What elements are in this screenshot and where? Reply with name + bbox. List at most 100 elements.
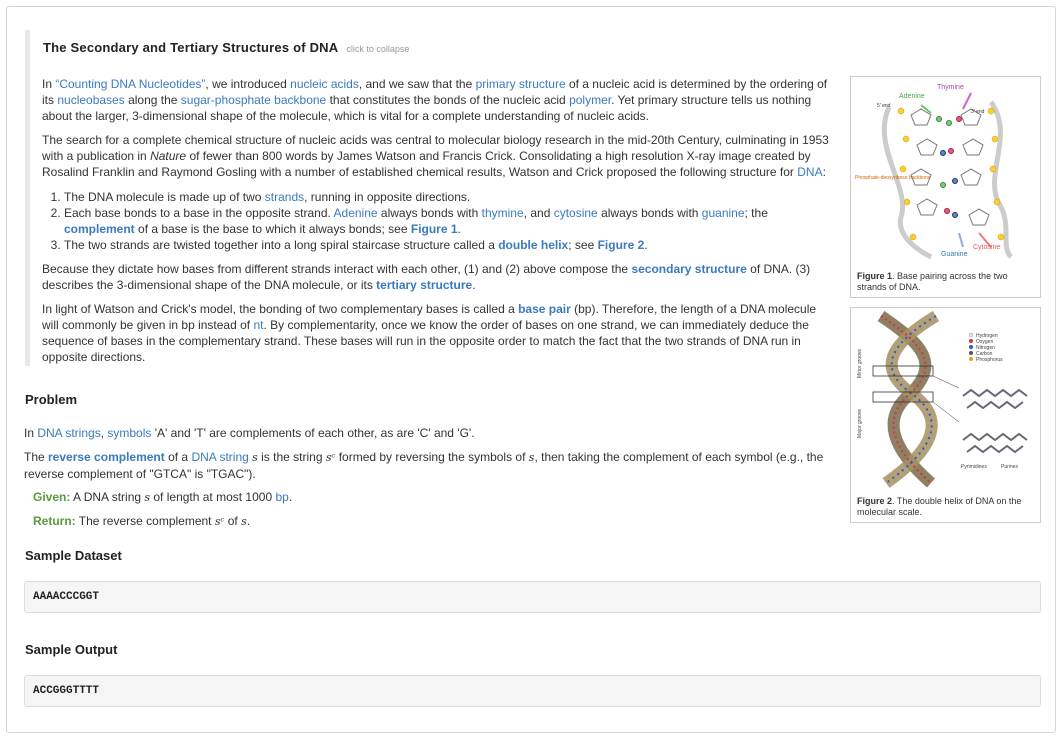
link-base-pair[interactable]: base pair [518,302,571,316]
text: : [822,165,826,179]
text: . [288,490,293,504]
sample-output-box[interactable]: ACCGGGTTTT [24,675,1041,707]
link-guanine[interactable]: guanine [702,206,745,220]
link-dna[interactable]: DNA [797,165,822,179]
base-pair-molecule-1 [962,388,1028,410]
thymine-label: Thymine [937,84,964,91]
text: The [24,450,49,464]
link-secondary-structure[interactable]: secondary structure [631,262,746,276]
text: of [224,514,242,528]
text: ; the [744,206,768,220]
link-bp[interactable]: bp [275,490,288,504]
text: . [472,278,476,292]
list-item: Each base bonds to a base in the opposit… [64,205,834,237]
link-nucleic-acids[interactable]: nucleic acids [290,77,359,91]
history-paragraph: The search for a complete chemical struc… [42,132,834,180]
text: , and [523,206,554,220]
math-sc: sᶜ [325,451,336,464]
major-groove-label: Major groove [857,409,863,438]
intro-paragraph: In “Counting DNA Nucleotides”, we introd… [42,76,834,124]
text: always bonds with [597,206,702,220]
legend-swatch [969,339,973,343]
double-helix-diagram: Minor groove Major groove Hydrogen Oxyge… [857,310,1028,488]
text: Because they dictate how bases from diff… [42,262,632,276]
text: of a base is the base to which it always… [134,222,411,236]
problem-paragraph-2: The reverse complement of a DNA string s… [24,449,824,482]
link-dna-string[interactable]: DNA string [191,450,248,464]
text: , and we saw that the [358,77,476,91]
backbone-label: Phosphate-deoxyribose backbone [855,175,931,181]
text: . [246,514,251,528]
section-title[interactable]: The Secondary and Tertiary Structures of… [43,40,409,55]
text: that constitutes the bonds of the nuclei… [326,93,570,107]
text: In [24,426,38,440]
link-sugar-phosphate-backbone[interactable]: sugar-phosphate backbone [181,93,326,107]
link-primary-structure[interactable]: primary structure [476,77,566,91]
sample-dataset-heading: Sample Dataset [25,548,122,563]
five-end-label: 5' end [877,103,891,109]
link-strands[interactable]: strands [265,190,304,204]
legend-swatch [969,357,973,361]
text: In [42,77,56,91]
math-sc: sᶜ [214,515,225,528]
text: The reverse complement [75,514,215,528]
guanine-label: Guanine [941,251,968,258]
text: , we introduced [205,77,291,91]
text: ; see [568,238,598,252]
text: The DNA molecule is made up of two [64,190,265,204]
sample-dataset-box[interactable]: AAAACCCGGT [24,581,1041,613]
link-symbols[interactable]: symbols [107,426,151,440]
link-polymer[interactable]: polymer [569,93,611,107]
figure-1-caption: Figure 1. Base pairing across the two st… [857,271,1035,293]
list-item: The DNA molecule is made up of two stran… [64,189,834,205]
text: A DNA string [70,490,145,504]
figure-2[interactable]: Minor groove Major groove Hydrogen Oxyge… [850,307,1041,523]
purines-label: Purines [1001,464,1018,470]
legend-swatch [969,345,973,349]
list-item: The two strands are twisted together int… [64,237,834,253]
text: , running in opposite directions. [304,190,471,204]
link-tertiary-structure[interactable]: tertiary structure [376,278,472,292]
three-end-label: 3' end [971,109,985,115]
link-double-helix[interactable]: double helix [498,238,568,252]
base-pair-molecule-2 [962,432,1028,454]
text: of length at most 1000 [150,490,276,504]
link-dna-strings[interactable]: DNA strings [37,426,100,440]
return-label: Return: [33,514,76,528]
legend-phosphorus: Phosphorus [976,357,1003,363]
adenine-label: Adenine [899,93,925,100]
minor-groove-label: Minor groove [857,349,863,378]
link-cytosine[interactable]: cytosine [554,206,598,220]
atom-legend: Hydrogen Oxygen Nitrogen Carbon Phosphor… [968,332,1003,363]
figure-label: Figure 2 [857,496,893,506]
text: Each base bonds to a base in the opposit… [64,206,334,220]
text: of a [164,450,192,464]
cytosine-label: Cytosine [973,244,1000,251]
link-nt[interactable]: nt [253,318,263,332]
figure-label: Figure 1 [857,271,893,281]
link-figure-1[interactable]: Figure 1 [411,222,458,236]
base-pairing-diagram: Thymine Adenine 5' end 3' end Phosphate-… [855,84,1014,260]
link-adenine[interactable]: Adenine [334,206,378,220]
given-line: Given: A DNA string s of length at most … [33,489,823,506]
return-line: Return: The reverse complement sᶜ of s. [33,513,823,530]
text: . [644,238,648,252]
text: always bonds with [377,206,482,220]
problem-paragraph-1: In DNA strings, symbols 'A' and 'T' are … [24,425,824,441]
given-label: Given: [33,490,71,504]
figure-1[interactable]: Thymine Adenine 5' end 3' end Phosphate-… [850,76,1041,298]
link-nucleobases[interactable]: nucleobases [57,93,124,107]
link-reverse-complement[interactable]: reverse complement [48,450,165,464]
link-figure-2[interactable]: Figure 2 [598,238,645,252]
structure-list: The DNA molecule is made up of two stran… [42,189,834,253]
legend-swatch [968,332,974,338]
collapse-hint[interactable]: click to collapse [346,44,409,54]
link-thymine[interactable]: thymine [482,206,524,220]
link-counting-dna-nucleotides[interactable]: “Counting DNA Nucleotides” [55,77,205,91]
text: formed by reversing the symbols of [335,450,529,464]
text: In light of Watson and Crick's model, th… [42,302,519,316]
problem-heading: Problem [25,392,78,407]
base-pair-paragraph: In light of Watson and Crick's model, th… [42,301,834,365]
link-complement[interactable]: complement [64,222,135,236]
text: is the string [257,450,326,464]
